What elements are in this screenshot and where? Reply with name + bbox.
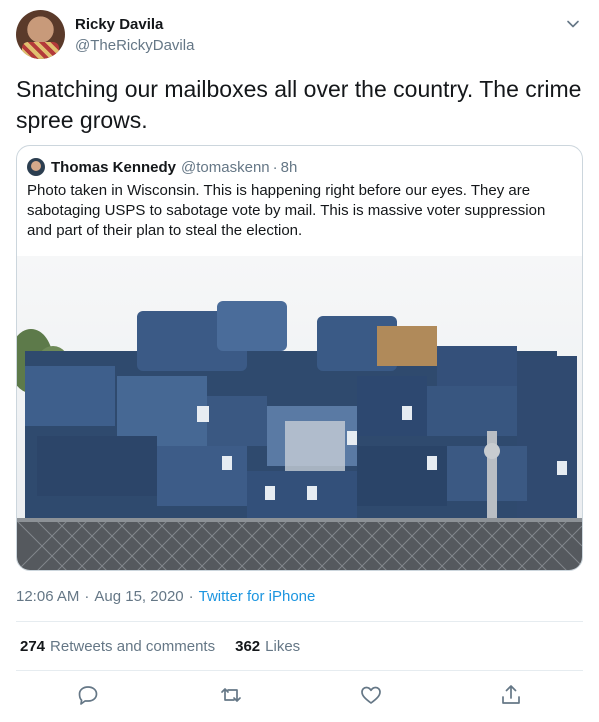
likes-label: Likes — [265, 638, 301, 655]
tweet-date[interactable]: Aug 15, 2020 — [94, 588, 183, 605]
meta-separator: · — [84, 588, 90, 605]
likes-count: 362 — [235, 638, 261, 655]
quoted-photo[interactable] — [17, 256, 582, 570]
quoted-tweet-text: Photo taken in Wisconsin. This is happen… — [27, 182, 546, 239]
share-icon[interactable] — [499, 683, 523, 707]
tweet-actions — [0, 683, 599, 707]
quoted-author-name: Thomas Kennedy — [51, 158, 177, 176]
quoted-tweet-header: Thomas Kennedy @tomaskenn · 8h — [27, 157, 297, 177]
tweet-time[interactable]: 12:06 AM — [16, 588, 79, 605]
quoted-author-handle: @tomaskenn — [181, 158, 270, 176]
author-avatar[interactable] — [16, 10, 65, 59]
quoted-separator: · — [272, 158, 278, 176]
retweets-label: Retweets and comments — [50, 638, 216, 655]
retweets-stat[interactable]: 274 Retweets and comments — [20, 638, 215, 655]
heart-icon[interactable] — [359, 683, 383, 707]
quoted-timestamp: 8h — [280, 158, 298, 176]
tweet: Ricky Davila @TheRickyDavila Snatching o… — [0, 0, 599, 722]
chevron-down-icon[interactable] — [565, 16, 581, 32]
tweet-stats: 274 Retweets and comments 362 Likes — [20, 638, 320, 655]
author-handle[interactable]: @TheRickyDavila — [75, 37, 194, 54]
quoted-tweet[interactable]: Thomas Kennedy @tomaskenn · 8h Photo tak… — [16, 145, 583, 571]
likes-stat[interactable]: 362 Likes — [235, 638, 300, 655]
divider-top — [16, 621, 583, 622]
tweet-meta: 12:06 AM · Aug 15, 2020 · Twitter for iP… — [16, 588, 315, 605]
tweet-source-link[interactable]: Twitter for iPhone — [199, 588, 316, 605]
retweet-icon[interactable] — [219, 683, 243, 707]
retweets-count: 274 — [20, 638, 46, 655]
mailboxes-photo — [17, 256, 582, 570]
divider-bottom — [16, 670, 583, 671]
reply-icon[interactable] — [76, 683, 100, 707]
tweet-text: Snatching our mailboxes all over the cou… — [16, 76, 582, 133]
meta-separator-2: · — [188, 588, 194, 605]
author-name[interactable]: Ricky Davila — [75, 16, 163, 33]
quoted-author-avatar — [27, 158, 45, 176]
tweet-header: Ricky Davila @TheRickyDavila — [16, 10, 583, 62]
